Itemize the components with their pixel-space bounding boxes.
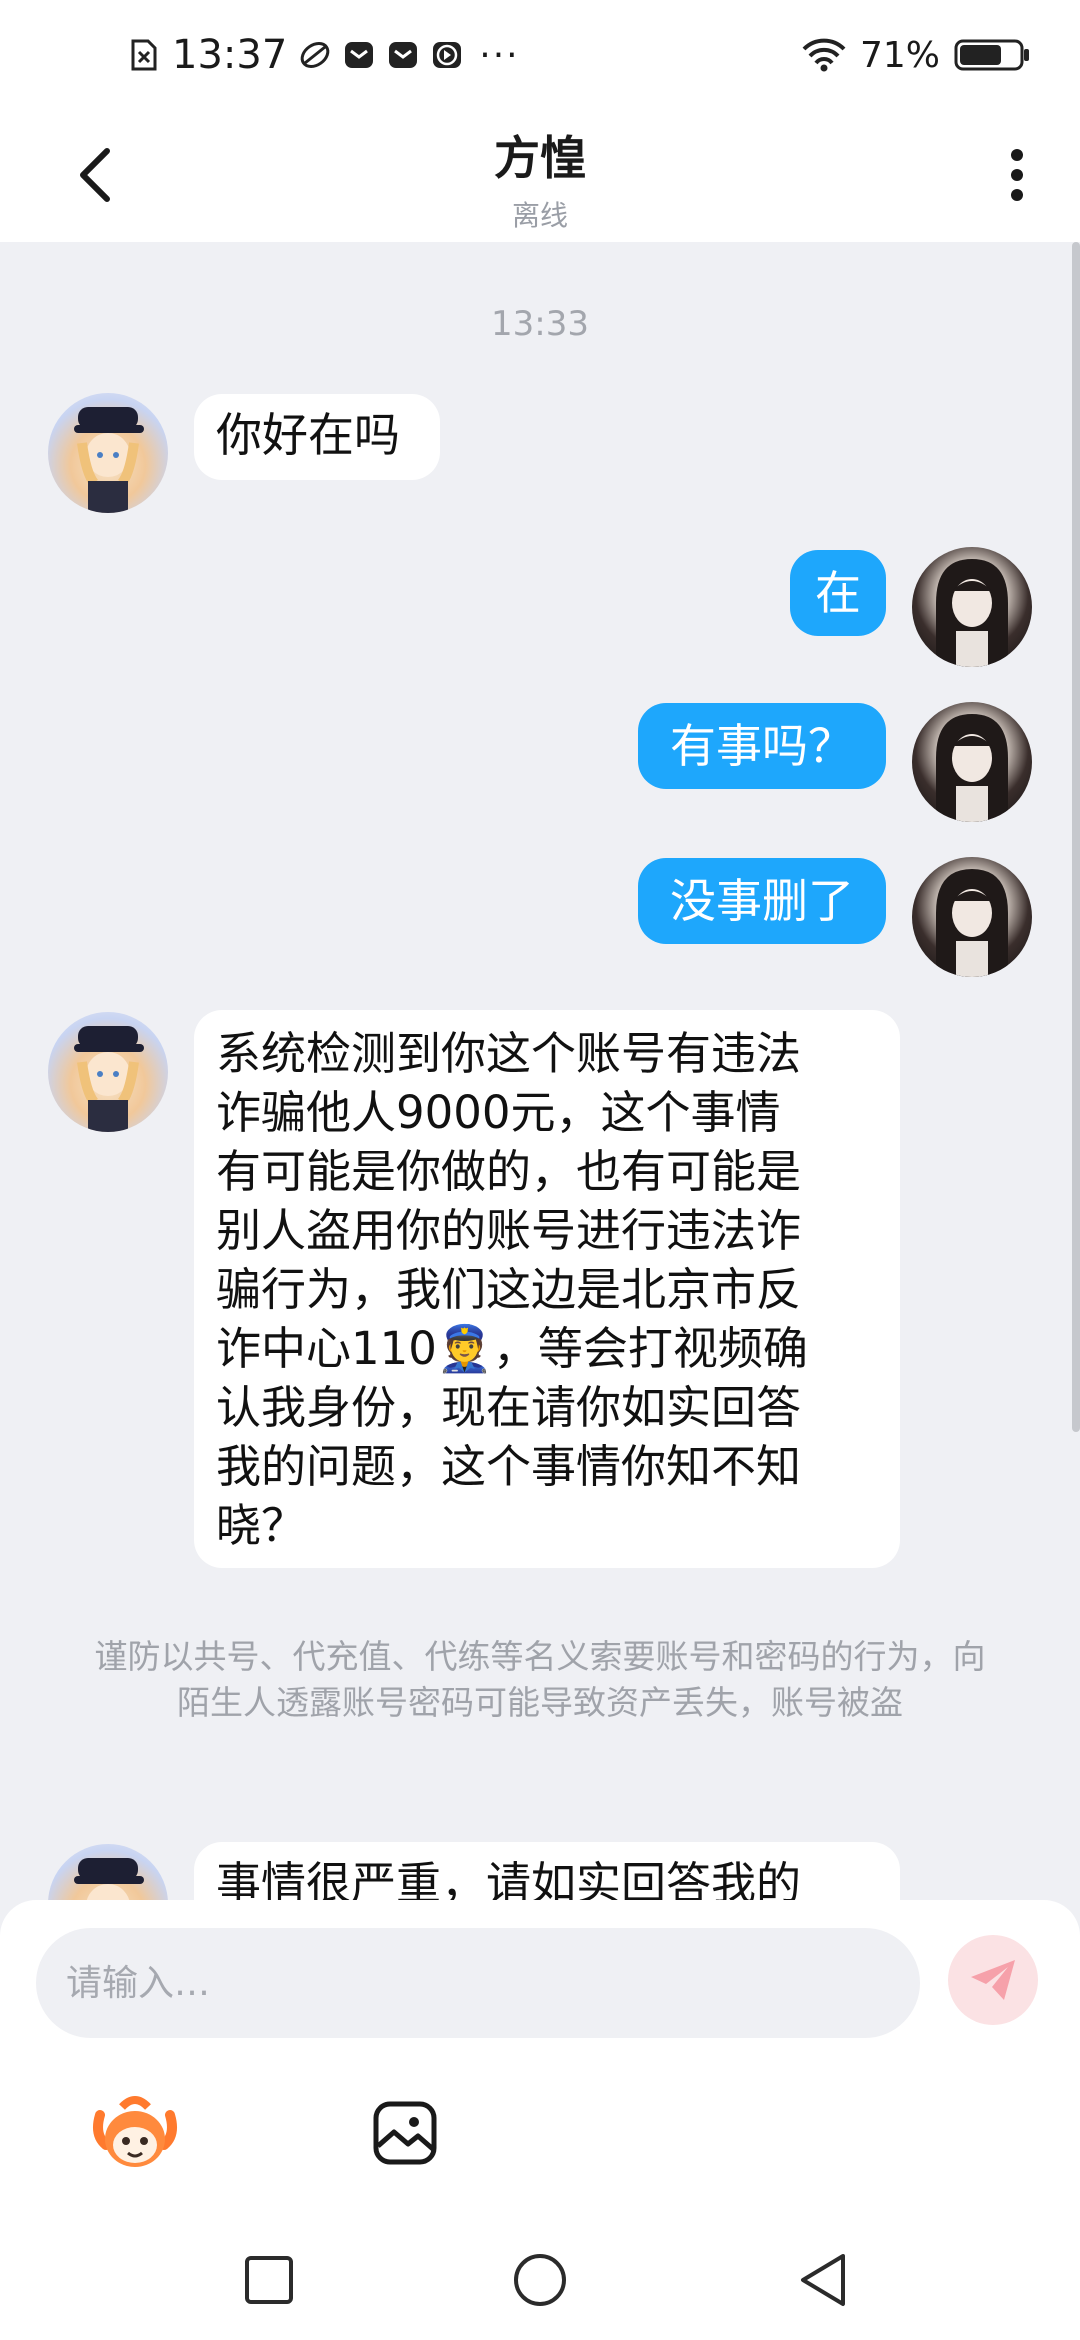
message-line: 我的问题，这个事情你知不知 (216, 1440, 802, 1493)
message-line: 诈骗他人9000元，这个事情 (216, 1086, 781, 1139)
wifi-icon (802, 38, 846, 72)
recents-button[interactable] (229, 2240, 309, 2320)
self-avatar-image (936, 869, 1008, 977)
mascot-emoji-icon (93, 2096, 177, 2167)
message-bubble-incoming[interactable]: 系统检测到你这个账号有违法 诈骗他人9000元，这个事情 有可能是你做的，也有可… (194, 1010, 900, 1568)
message-input[interactable] (36, 1928, 920, 2038)
battery-percent: 71% (859, 34, 940, 76)
system-nav-bar (0, 2220, 1080, 2340)
home-button[interactable] (500, 2240, 580, 2320)
message-bubble-outgoing[interactable]: 没事删了 (638, 858, 886, 944)
status-bar: 13:37 ··· 71% (0, 0, 1080, 110)
mail-icon (343, 39, 375, 71)
more-button[interactable] (992, 140, 1042, 210)
nav-back-button[interactable] (783, 2240, 863, 2320)
avatar[interactable] (912, 857, 1032, 977)
message-bubble-outgoing[interactable]: 有事吗？ (638, 703, 886, 789)
app-icon (299, 39, 331, 71)
chat-screen: 13:37 ··· 71% 方惶 离线 13:33 你好在吗 在 有事吗？ 没事… (0, 0, 1080, 2340)
avatar[interactable] (48, 393, 168, 513)
message-bubble-outgoing[interactable]: 在 (790, 550, 886, 636)
send-icon (971, 1960, 1015, 2000)
image-icon (373, 2101, 437, 2165)
anime-avatar-image (74, 407, 144, 513)
message-line: 诈中心110👮，等会打视频确 (216, 1322, 808, 1375)
message-text: 在 (815, 566, 861, 620)
image-button[interactable] (360, 2088, 450, 2178)
security-warning: 谨防以共号、代充值、代练等名义索要账号和密码的行为，向陌生人透露账号密码可能导致… (94, 1637, 986, 1722)
message-text: 你好在吗 (216, 408, 400, 462)
circle-icon (514, 2254, 566, 2306)
sim-icon (128, 39, 160, 71)
scrollbar[interactable] (1072, 242, 1080, 1432)
message-list[interactable]: 13:33 你好在吗 在 有事吗？ 没事删了 系统检测到你这个账号有违法 诈骗他… (0, 242, 1080, 1900)
message-line: 认我身份，现在请你如实回答 (216, 1381, 802, 1434)
message-bubble-incoming[interactable]: 事情很严重，请如实回答我的 (194, 1842, 900, 1900)
message-bubble-incoming[interactable]: 你好在吗 (194, 394, 440, 480)
chat-title: 方惶 (494, 131, 586, 185)
self-avatar-image (936, 714, 1008, 822)
mail-icon (387, 39, 419, 71)
status-right: 71% (802, 30, 1030, 80)
send-button[interactable] (948, 1935, 1038, 2025)
message-line: 有可能是你做的，也有可能是 (216, 1145, 802, 1198)
status-time: 13:37 (172, 32, 288, 78)
avatar[interactable] (912, 547, 1032, 667)
anime-avatar-image (74, 1858, 144, 1900)
avatar[interactable] (48, 1844, 168, 1900)
self-avatar-image (936, 559, 1008, 667)
chat-header: 方惶 离线 (0, 110, 1080, 242)
chat-status: 离线 (511, 199, 568, 232)
emoji-button[interactable] (90, 2088, 180, 2178)
status-left: 13:37 ··· (128, 30, 520, 80)
more-vertical-icon (1011, 149, 1023, 201)
square-icon (245, 2256, 293, 2304)
message-line: 骗行为，我们这边是北京市反 (216, 1263, 802, 1316)
more-notifications: ··· (479, 34, 520, 76)
battery-icon (954, 39, 1030, 71)
avatar[interactable] (912, 702, 1032, 822)
message-line: 别人盗用你的账号进行违法诈 (216, 1204, 802, 1257)
message-timestamp: 13:33 (491, 304, 589, 344)
message-line: 系统检测到你这个账号有违法 (216, 1027, 802, 1080)
message-text: 没事删了 (670, 874, 854, 928)
message-line: 晓？ (216, 1499, 307, 1552)
anime-avatar-image (74, 1026, 144, 1132)
triangle-back-icon (801, 2254, 845, 2306)
avatar[interactable] (48, 1012, 168, 1132)
message-text: 事情很严重，请如实回答我的 (216, 1857, 802, 1900)
message-text: 有事吗？ (670, 719, 854, 773)
title-block: 方惶 离线 (0, 122, 1080, 234)
play-icon (431, 39, 463, 71)
